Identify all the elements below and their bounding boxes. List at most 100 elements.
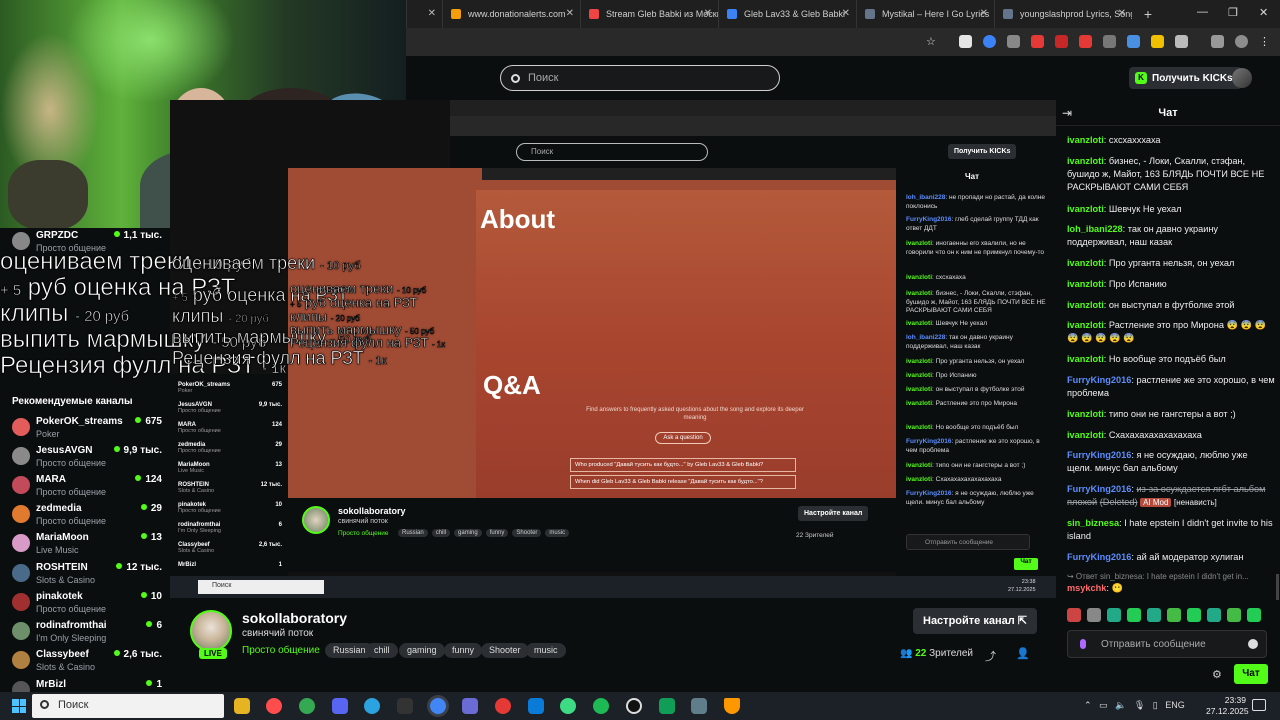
yandex-browser-icon[interactable] xyxy=(266,698,282,714)
new-tab-button[interactable]: + xyxy=(1138,6,1158,22)
sidebar-channel[interactable]: MARA Просто общение 124 xyxy=(12,474,162,502)
emote-icon[interactable] xyxy=(1227,608,1241,622)
chrome-active-icon[interactable] xyxy=(430,698,446,714)
tag-shooter[interactable]: Shooter xyxy=(481,643,529,658)
chat-message: loh_ibani228: так он давно украину подде… xyxy=(1067,224,1219,247)
tag-funny[interactable]: funny xyxy=(444,643,483,658)
extension-icon[interactable] xyxy=(1031,35,1044,48)
chrome-icon[interactable] xyxy=(299,698,315,714)
close-tab-icon[interactable]: ✕ xyxy=(842,8,850,19)
app-icon[interactable] xyxy=(462,698,478,714)
spotify-icon[interactable] xyxy=(593,698,609,714)
emote-icon[interactable] xyxy=(1067,608,1081,622)
microphone-icon[interactable] xyxy=(1080,639,1086,649)
puzzle-icon[interactable] xyxy=(1175,35,1188,48)
sidebar-channel[interactable]: Classybeef Slots & Casino 2,6 тыс. xyxy=(12,649,162,677)
sidebar-channel[interactable]: MrBizl 1 xyxy=(12,679,162,692)
chat-settings-icon[interactable]: ⚙ xyxy=(1212,668,1222,681)
sidebar-channel[interactable]: PokerOK_streams Poker 675 xyxy=(12,416,162,444)
language-indicator[interactable]: ENG xyxy=(1165,700,1185,710)
extension-icon[interactable] xyxy=(1007,35,1020,48)
sidebar-channel[interactable]: rodinafromthai I'm Only Sleeping 6 xyxy=(12,620,162,648)
extension-icon[interactable] xyxy=(983,35,996,48)
taskbar-clock[interactable]: 23:39 27.12.2025 xyxy=(1206,695,1249,717)
app-icon[interactable] xyxy=(659,698,675,714)
search-input[interactable]: Поиск xyxy=(500,65,780,91)
maximize-button[interactable]: ❐ xyxy=(1228,6,1238,19)
extension-icon[interactable] xyxy=(1127,35,1140,48)
sidebar-channel[interactable]: pinakotek Просто общение 10 xyxy=(12,591,162,619)
channel-avatar xyxy=(12,651,30,669)
microphone-icon[interactable]: 🎙 xyxy=(1134,700,1145,710)
follow-icon[interactable]: 👤 xyxy=(1016,647,1030,660)
stream-category[interactable]: Просто общение xyxy=(242,645,320,656)
emote-icon[interactable] xyxy=(1147,608,1161,622)
emote-icon[interactable] xyxy=(1087,608,1101,622)
tag-music[interactable]: music xyxy=(526,643,566,658)
vlc-icon[interactable] xyxy=(724,698,740,714)
close-tab-icon[interactable]: ✕ xyxy=(1118,8,1126,19)
emote-icon[interactable] xyxy=(1247,608,1261,622)
tag-chill[interactable]: chill xyxy=(366,643,398,658)
emoji-icon[interactable] xyxy=(1248,639,1258,649)
close-window-button[interactable]: ✕ xyxy=(1259,6,1268,19)
sidebar-channel[interactable]: JesusAVGN Просто общение 9,9 тыс. xyxy=(12,445,162,473)
setup-channel-button[interactable]: Настройте канал ⇱ xyxy=(913,608,1037,634)
discord-icon[interactable] xyxy=(332,698,348,714)
app-icon[interactable] xyxy=(397,698,413,714)
extension-icon[interactable] xyxy=(1079,35,1092,48)
get-kicks-button[interactable]: K Получить KICKs xyxy=(1129,67,1242,89)
windows-start-icon[interactable] xyxy=(12,699,26,713)
bookmark-star-icon[interactable]: ☆ xyxy=(926,35,939,48)
user-avatar[interactable] xyxy=(1232,68,1252,88)
close-tab-icon[interactable]: ✕ xyxy=(428,8,436,19)
close-tab-icon[interactable]: ✕ xyxy=(980,8,988,19)
extension-icon[interactable] xyxy=(1151,35,1164,48)
extension-icon[interactable] xyxy=(959,35,972,48)
extension-icon[interactable] xyxy=(1055,35,1068,48)
menu-list-icon[interactable] xyxy=(1211,35,1224,48)
emote-icon[interactable] xyxy=(1187,608,1201,622)
app-icon[interactable] xyxy=(560,698,576,714)
battery-icon[interactable]: ▯ xyxy=(1153,700,1158,710)
browser-tab[interactable]: ✕ xyxy=(406,0,442,28)
browser-tab[interactable]: www.donationalerts.com ✕ xyxy=(442,0,580,28)
profile-icon[interactable] xyxy=(1235,35,1248,48)
app-icon[interactable] xyxy=(691,698,707,714)
telegram-icon[interactable] xyxy=(364,698,380,714)
captured-tags: Russian chill gaming funny Shooter music xyxy=(398,529,570,537)
emote-icon[interactable] xyxy=(1207,608,1221,622)
sidebar-channel[interactable]: zedmedia Просто общение 29 xyxy=(12,503,162,531)
close-tab-icon[interactable]: ✕ xyxy=(704,8,712,19)
channel-name[interactable]: sokollaboratory xyxy=(242,610,347,626)
browser-tab[interactable]: Stream Gleb Babki из Москвы ✕ xyxy=(580,0,718,28)
file-explorer-icon[interactable] xyxy=(234,698,250,714)
sidebar-channel[interactable]: ROSHTEIN Slots & Casino 12 тыс. xyxy=(12,562,162,590)
sidebar-channel[interactable]: MariaMoon Live Music 13 xyxy=(12,532,162,560)
close-tab-icon[interactable]: ✕ xyxy=(566,8,574,19)
chat-send-button[interactable]: Чат xyxy=(1234,664,1268,684)
app-icon[interactable] xyxy=(495,698,511,714)
more-menu-icon[interactable]: ⋮ xyxy=(1259,35,1272,48)
emote-icon[interactable] xyxy=(1107,608,1121,622)
browser-tab[interactable]: Mystikal – Here I Go Lyrics ✕ xyxy=(856,0,994,28)
chevron-up-icon[interactable]: ⌃ xyxy=(1084,700,1092,710)
minimize-button[interactable]: — xyxy=(1197,6,1208,18)
share-icon[interactable]: ⤴ xyxy=(985,648,996,664)
taskbar-search-input[interactable]: Поиск xyxy=(32,694,224,718)
volume-icon[interactable]: 🔈 xyxy=(1115,700,1126,710)
notification-icon[interactable] xyxy=(1252,699,1266,711)
extension-icon[interactable] xyxy=(1103,35,1116,48)
channel-avatar[interactable] xyxy=(190,610,232,652)
emote-icon[interactable] xyxy=(1127,608,1141,622)
browser-tab[interactable]: Gleb Lav33 & Gleb Babki ✕ xyxy=(718,0,856,28)
tag-gaming[interactable]: gaming xyxy=(399,643,445,658)
chat-message-input[interactable]: Отправить сообщение xyxy=(1067,630,1267,658)
reply-preview: ↪ Ответ sin_biznesa: I hate epstein I di… xyxy=(1067,572,1249,581)
chat-scrollbar[interactable] xyxy=(1276,574,1279,600)
obs-icon[interactable] xyxy=(626,698,642,714)
vscode-icon[interactable] xyxy=(528,698,544,714)
network-icon[interactable]: ▭ xyxy=(1099,700,1108,710)
browser-tab[interactable]: youngslashprod Lyrics, Songs ✕ xyxy=(994,0,1132,28)
emote-icon[interactable] xyxy=(1167,608,1181,622)
